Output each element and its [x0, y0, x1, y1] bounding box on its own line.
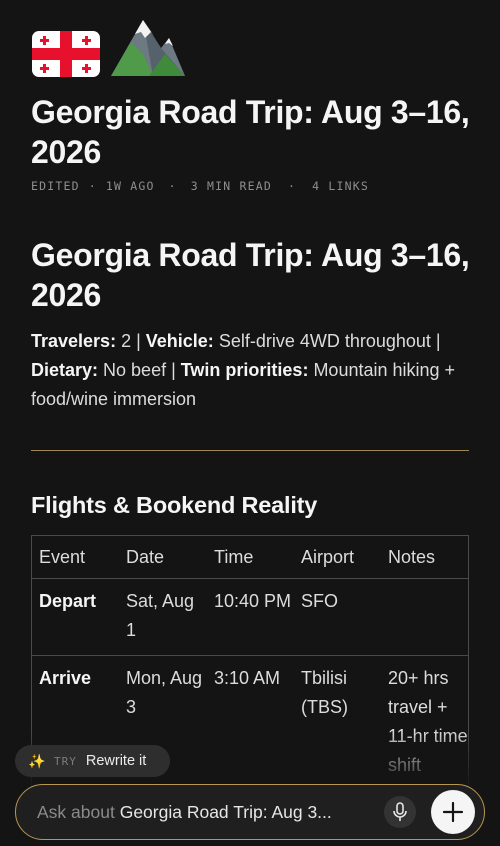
microphone-button[interactable] [384, 796, 416, 828]
meta-separator: · [88, 179, 97, 193]
column-header: Airport [301, 547, 355, 567]
ask-input[interactable]: Ask about Georgia Road Trip: Aug 3... [37, 802, 377, 823]
travelers-label: Travelers: [31, 331, 117, 351]
dietary-label: Dietary: [31, 360, 99, 380]
column-header: Date [126, 547, 165, 567]
table-cell [381, 579, 468, 655]
column-header: Notes [388, 547, 436, 567]
table-cell: 10:40 PM [214, 591, 292, 611]
table-cell: Depart [39, 591, 97, 611]
meta-separator: · [168, 179, 177, 193]
sparkle-icon: ✨ [28, 752, 46, 769]
suggestion-label: Rewrite it [85, 753, 147, 769]
section-divider [31, 450, 469, 451]
read-time: 3 MIN READ [190, 179, 272, 193]
vehicle-value: Self-drive 4WD throughout | [213, 331, 441, 351]
try-label: TRY [54, 754, 77, 768]
content-heading: Georgia Road Trip: Aug 3–16, 2026 [31, 237, 470, 313]
plus-icon [442, 801, 464, 823]
microphone-icon [393, 802, 407, 821]
meta-separator: · [288, 179, 297, 193]
rewrite-suggestion-button[interactable]: ✨ TRY Rewrite it [15, 745, 170, 777]
flights-heading: Flights & Bookend Reality [31, 492, 318, 518]
edited-age: 1W AGO [105, 179, 155, 193]
edited-label: EDITED [31, 179, 80, 193]
note-page: Georgia Road Trip: Aug 3–16, 2026 EDITED… [0, 0, 500, 846]
travelers-value: 2 | [116, 331, 146, 351]
header-emojis [31, 14, 187, 80]
ask-input-bar[interactable]: Ask about Georgia Road Trip: Aug 3... [15, 784, 485, 840]
document-title: Georgia Road Trip: Aug 3–16, 2026 [31, 94, 470, 170]
dietary-value: No beef | [98, 360, 181, 380]
trip-summary: Travelers: 2 | Vehicle: Self-drive 4WD t… [31, 327, 476, 414]
snow-capped-mountain-icon [111, 20, 185, 76]
add-button[interactable] [431, 790, 475, 834]
column-header: Time [214, 547, 254, 567]
georgia-flag-icon [32, 31, 100, 77]
priorities-label: Twin priorities: [180, 360, 309, 380]
ask-placeholder: Ask about [37, 801, 115, 822]
ask-context: Georgia Road Trip: Aug 3... [119, 801, 332, 822]
table-row: Depart Sat, Aug 1 10:40 PM SFO [32, 579, 468, 656]
column-header: Event [39, 547, 86, 567]
table-header-row: Event Date Time Airport Notes [32, 536, 468, 579]
table-cell: Sat, Aug 1 [126, 591, 195, 640]
links-count[interactable]: 4 LINKS [312, 179, 369, 193]
vehicle-label: Vehicle: [145, 331, 214, 351]
document-meta: EDITED · 1W AGO · 3 MIN READ · 4 LINKS [31, 179, 369, 193]
table-cell: SFO [301, 591, 339, 611]
